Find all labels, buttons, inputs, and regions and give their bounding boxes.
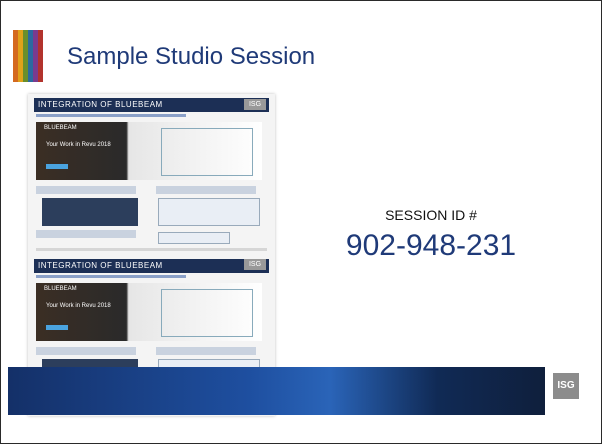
thumbnail-diagram: [161, 289, 253, 337]
thumbnail-isg-tag: ISG: [244, 259, 266, 270]
thumbnail-subheading: [36, 114, 186, 117]
isg-logo: ISG: [553, 373, 579, 399]
thumbnail-brand: BLUEBEAM: [44, 125, 77, 131]
accent-bars: [13, 30, 43, 82]
slide-title: Sample Studio Session: [67, 43, 316, 70]
session-id-value: 902-948-231: [345, 229, 517, 262]
thumbnail-header: INTEGRATION OF BLUEBEAM: [34, 259, 269, 273]
thumbnail-hero-text: Your Work in Revu 2018: [46, 142, 111, 148]
footer-band: [8, 367, 545, 415]
slide: Sample Studio Session INTEGRATION OF BLU…: [0, 0, 602, 444]
thumbnail-step: [156, 186, 256, 194]
thumbnail-dialog: [158, 198, 260, 226]
document-thumbnail: INTEGRATION OF BLUEBEAM BLUEBEAM Your Wo…: [28, 94, 275, 255]
thumbnail-cta: [46, 164, 68, 169]
thumbnail-header: INTEGRATION OF BLUEBEAM: [34, 98, 269, 112]
thumbnail-subheading: [36, 275, 186, 278]
thumbnail-hero-image: BLUEBEAM Your Work in Revu 2018: [36, 122, 262, 180]
thumbnail-hero-image: BLUEBEAM Your Work in Revu 2018: [36, 283, 262, 341]
thumbnail-footer: [36, 248, 267, 251]
thumbnail-step: [36, 230, 136, 238]
thumbnail-screenshot: [42, 198, 138, 226]
thumbnail-step: [156, 347, 256, 355]
thumbnail-cta: [46, 325, 68, 330]
thumbnail-hero-text: Your Work in Revu 2018: [46, 303, 111, 309]
session-id-label: SESSION ID #: [385, 207, 477, 223]
thumbnail-step: [36, 186, 136, 194]
thumbnail-diagram: [161, 128, 253, 176]
thumbnail-brand: BLUEBEAM: [44, 286, 77, 292]
thumbnail-step: [36, 347, 136, 355]
accent-bar: [38, 30, 43, 82]
thumbnail-isg-tag: ISG: [244, 99, 266, 110]
thumbnail-dialog: [158, 232, 230, 244]
